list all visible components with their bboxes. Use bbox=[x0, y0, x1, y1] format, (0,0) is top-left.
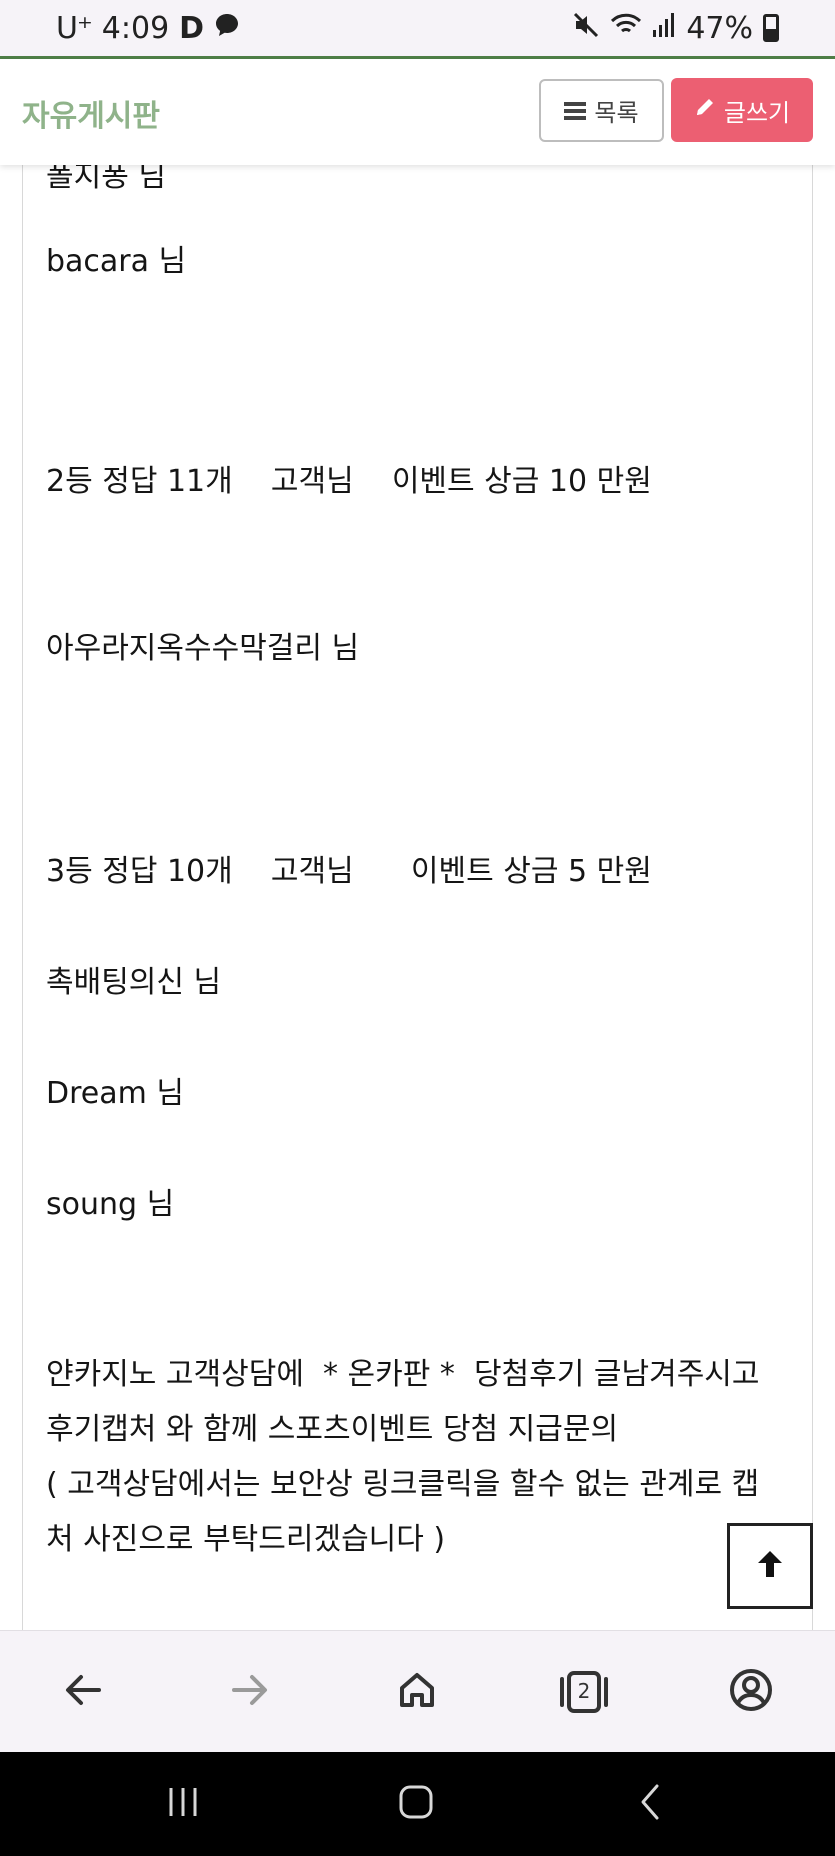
wifi-icon bbox=[610, 11, 642, 46]
home-system-button[interactable] bbox=[386, 1782, 446, 1826]
list-icon bbox=[564, 101, 587, 120]
back-system-button[interactable] bbox=[620, 1782, 680, 1826]
content-line: bacara 님 bbox=[46, 244, 187, 279]
account-icon bbox=[729, 1668, 773, 1716]
arrow-left-icon bbox=[63, 1672, 103, 1712]
status-bar: U⁺ 4:09 D 47% bbox=[0, 0, 835, 56]
board-header: 자유게시판 목록 글쓰기 bbox=[0, 59, 835, 165]
status-left: U⁺ 4:09 D bbox=[56, 11, 240, 46]
signal-icon bbox=[652, 12, 676, 45]
tabs-icon: 2 bbox=[557, 1670, 611, 1714]
board-title[interactable]: 자유게시판 bbox=[22, 91, 160, 135]
recents-icon bbox=[163, 1784, 203, 1824]
content-line: 촉배팅의신 님 bbox=[46, 965, 222, 1000]
write-button-label: 글쓰기 bbox=[723, 98, 791, 127]
content-line: 후기캡처 와 함께 스포츠이벤트 당첨 지급문의 bbox=[46, 1412, 619, 1447]
content-line: 아우라지옥수수막걸리 님 bbox=[46, 631, 360, 666]
home-square-icon bbox=[396, 1782, 436, 1826]
app-letter: D bbox=[179, 10, 205, 46]
carrier-label: U⁺ bbox=[56, 10, 93, 46]
status-right: 47% bbox=[572, 11, 779, 46]
tabs-button[interactable]: 2 bbox=[553, 1661, 615, 1723]
home-icon bbox=[397, 1670, 437, 1714]
content-line: 처 사진으로 부탁드리겠습니다 ) bbox=[46, 1522, 446, 1557]
home-button[interactable] bbox=[386, 1661, 448, 1723]
arrow-right-icon bbox=[230, 1672, 270, 1712]
battery-icon bbox=[763, 14, 779, 42]
battery-percent: 47% bbox=[686, 10, 753, 46]
forward-button[interactable] bbox=[219, 1661, 281, 1723]
arrow-up-icon bbox=[753, 1547, 787, 1585]
account-button[interactable] bbox=[720, 1661, 782, 1723]
content-line: 2등 정답 11개 고객님 이벤트 상금 10 만원 bbox=[46, 464, 652, 499]
content-line: Dream 님 bbox=[46, 1076, 184, 1111]
pencil-icon bbox=[694, 96, 716, 124]
chat-bubble-icon bbox=[214, 12, 240, 45]
list-button[interactable]: 목록 bbox=[539, 79, 664, 142]
recent-apps-button[interactable] bbox=[153, 1782, 213, 1826]
list-button-label: 목록 bbox=[594, 99, 639, 127]
browser-toolbar: 2 bbox=[0, 1630, 835, 1752]
mute-icon bbox=[572, 11, 600, 46]
content-line: soung 님 bbox=[46, 1187, 175, 1222]
tab-count: 2 bbox=[577, 1679, 591, 1703]
system-navigation bbox=[0, 1752, 835, 1856]
post-content: 폴지퐁 님 bacara 님 2등 정답 11개 고객님 이벤트 상금 10 만… bbox=[22, 159, 813, 1630]
chevron-left-icon bbox=[635, 1782, 665, 1826]
status-time: 4:09 bbox=[101, 10, 170, 46]
back-button[interactable] bbox=[52, 1661, 114, 1723]
content-line: 얀카지노 고객상담에 * 온카판 * 당첨후기 글남겨주시고 bbox=[46, 1357, 760, 1392]
scroll-top-button[interactable] bbox=[727, 1523, 813, 1609]
content-line: ( 고객상담에서는 보안상 링크클릭을 할수 없는 관계로 캡 bbox=[46, 1467, 760, 1502]
content-line: 3등 정답 10개 고객님 이벤트 상금 5 만원 bbox=[46, 854, 652, 889]
write-button[interactable]: 글쓰기 bbox=[671, 78, 813, 142]
